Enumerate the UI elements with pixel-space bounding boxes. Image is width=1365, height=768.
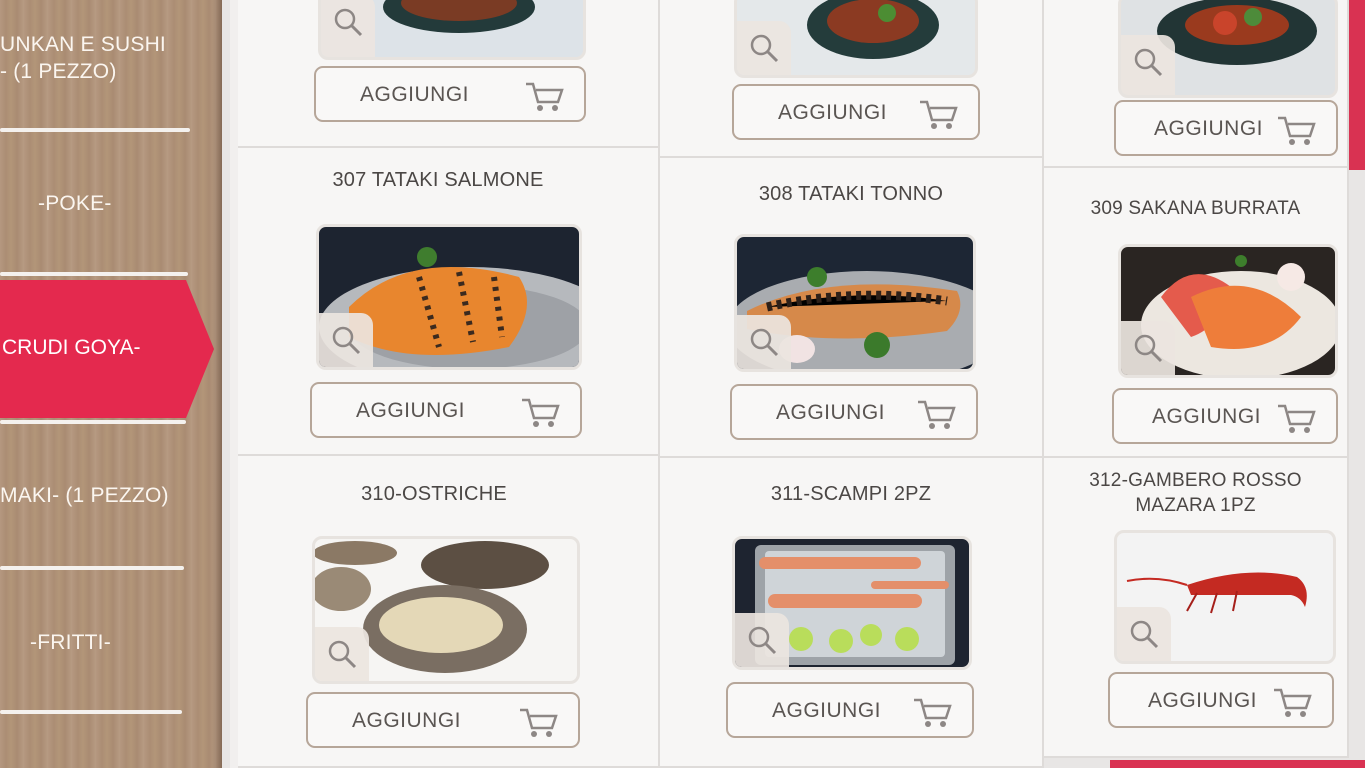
divider — [0, 566, 184, 570]
add-button-label: AGGIUNGI — [356, 399, 466, 422]
search-icon — [332, 326, 361, 355]
add-button-label: AGGIUNGI — [1152, 405, 1262, 428]
search-icon — [750, 34, 779, 63]
category-maki[interactable]: MAKI- (1 PEZZO) — [0, 482, 200, 509]
add-button-label: AGGIUNGI — [772, 699, 882, 722]
zoom-button[interactable] — [1117, 607, 1171, 661]
product-title: 309 SAKANA BURRATA — [1090, 198, 1301, 219]
product-photo[interactable] — [734, 0, 978, 78]
cart-icon — [914, 698, 952, 727]
add-to-cart-button[interactable]: AGGIUNGI — [732, 84, 980, 140]
add-button-label: AGGIUNGI — [1148, 689, 1258, 712]
search-icon — [748, 626, 777, 655]
product-card: 310-OSTRICHE AGGIUNGI — [238, 456, 660, 768]
zoom-button[interactable] — [1121, 35, 1175, 95]
divider — [0, 272, 188, 276]
product-card: 309 SAKANA BURRATA AGGIUNGI — [1044, 168, 1349, 458]
cart-icon — [526, 82, 564, 111]
add-button-label: AGGIUNGI — [778, 101, 888, 124]
product-photo[interactable] — [734, 234, 976, 372]
search-icon — [1130, 620, 1159, 649]
add-to-cart-button[interactable]: AGGIUNGI — [730, 384, 978, 440]
zoom-button[interactable] — [319, 313, 373, 367]
product-title: 308 TATAKI TONNO — [758, 183, 944, 205]
add-button-label: AGGIUNGI — [352, 709, 462, 732]
category-label: -POKE- — [38, 192, 112, 215]
product-photo[interactable] — [312, 536, 580, 684]
category-crudi-goya[interactable]: CRUDI GOYA- — [0, 280, 214, 418]
product-grid: ︿︿︿︿︿︿︿ ﹀﹀﹀﹀﹀﹀ AGGIUNGI AGGIUNGI — [222, 0, 1365, 768]
category-fritti[interactable]: -FRITTI- — [30, 629, 230, 656]
product-title: 312-GAMBERO ROSSO MAZARA 1PZ — [1044, 468, 1347, 518]
product-title: 307 TATAKI SALMONE — [332, 169, 544, 191]
product-photo[interactable] — [1118, 244, 1338, 378]
product-photo[interactable] — [1114, 530, 1336, 664]
cart-panel-edge[interactable] — [1349, 0, 1365, 170]
product-card: AGGIUNGI — [238, 0, 660, 148]
category-label: MAKI- (1 PEZZO) — [0, 484, 169, 507]
product-title: 310-OSTRICHE — [361, 483, 507, 505]
add-to-cart-button[interactable]: AGGIUNGI — [314, 66, 586, 122]
category-label-line2: - (1 PEZZO) — [0, 60, 117, 83]
cart-icon — [1278, 116, 1316, 145]
search-icon — [1134, 48, 1163, 77]
product-card: 307 TATAKI SALMONE AGGIUNGI — [238, 148, 660, 456]
category-label: -FRITTI- — [30, 631, 111, 654]
add-to-cart-button[interactable]: AGGIUNGI — [1112, 388, 1338, 444]
add-button-label: AGGIUNGI — [360, 83, 470, 106]
add-to-cart-button[interactable]: AGGIUNGI — [1108, 672, 1334, 728]
add-button-label: AGGIUNGI — [776, 401, 886, 424]
add-button-label: AGGIUNGI — [1154, 117, 1264, 140]
divider — [0, 710, 182, 714]
zoom-button[interactable] — [735, 613, 789, 667]
product-photo[interactable] — [732, 536, 972, 670]
search-icon — [334, 8, 363, 37]
zoom-button[interactable] — [737, 21, 791, 75]
zoom-button[interactable] — [737, 315, 791, 369]
product-title-line2: MAZARA 1PZ — [1135, 495, 1256, 516]
product-photo[interactable] — [1118, 0, 1338, 98]
search-icon — [750, 328, 779, 357]
add-to-cart-button[interactable]: AGGIUNGI — [1114, 100, 1338, 156]
category-label: CRUDI GOYA- — [2, 336, 141, 359]
product-photo[interactable] — [316, 224, 582, 370]
search-icon — [1134, 334, 1163, 363]
cart-icon — [520, 708, 558, 737]
category-uramaki-sushi[interactable]: UNKAN E SUSHI - (1 PEZZO) — [0, 31, 200, 85]
product-card: 311-SCAMPI 2PZ AGGIUNGI — [660, 458, 1044, 768]
product-photo[interactable] — [318, 0, 586, 60]
cart-icon — [920, 100, 958, 129]
add-to-cart-button[interactable]: AGGIUNGI — [726, 682, 974, 738]
divider — [0, 128, 190, 132]
category-sidebar: UNKAN E SUSHI - (1 PEZZO) -POKE- CRUDI G… — [0, 0, 222, 768]
product-card: AGGIUNGI — [660, 0, 1044, 158]
cart-icon — [522, 398, 560, 427]
add-to-cart-button[interactable]: AGGIUNGI — [306, 692, 580, 748]
product-title: 311-SCAMPI 2PZ — [770, 483, 932, 505]
cart-icon — [1274, 688, 1312, 717]
cart-icon — [1278, 404, 1316, 433]
zoom-button[interactable] — [1121, 321, 1175, 375]
divider — [0, 420, 186, 424]
product-card: AGGIUNGI — [1044, 0, 1349, 168]
zoom-button[interactable] — [321, 0, 375, 57]
category-label: UNKAN E SUSHI — [0, 33, 166, 56]
product-card: 312-GAMBERO ROSSO MAZARA 1PZ AGGIUNGI — [1044, 458, 1349, 758]
product-title-line1: 312-GAMBERO ROSSO — [1089, 470, 1302, 491]
bottom-accent-bar — [1110, 760, 1365, 768]
zoom-button[interactable] — [315, 627, 369, 681]
product-card: 308 TATAKI TONNO AGGIUNGI — [660, 158, 1044, 458]
search-icon — [328, 640, 357, 669]
add-to-cart-button[interactable]: AGGIUNGI — [310, 382, 582, 438]
category-poke[interactable]: -POKE- — [38, 190, 238, 217]
cart-icon — [918, 400, 956, 429]
